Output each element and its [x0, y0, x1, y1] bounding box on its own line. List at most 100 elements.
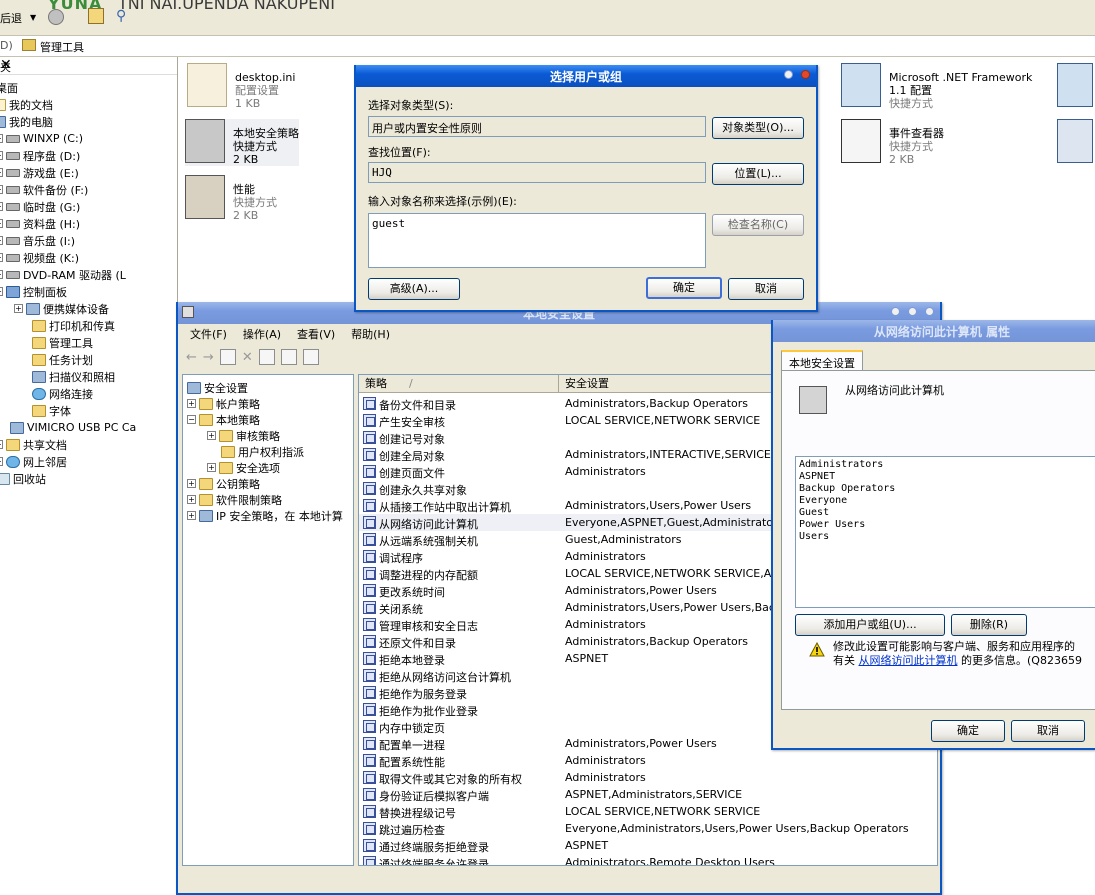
tree-item-desktop[interactable]: 桌面	[0, 79, 18, 96]
list-item[interactable]: Everyone	[799, 495, 1095, 507]
list-item[interactable]: Users	[799, 531, 1095, 543]
tree-item-fonts[interactable]: 字体	[32, 402, 71, 419]
folder-up-icon[interactable]	[88, 8, 104, 24]
advanced-button[interactable]: 高级(A)...	[368, 278, 460, 300]
menu-action[interactable]: 操作(A)	[243, 326, 281, 342]
tree-item-control-panel[interactable]: −控制面板	[0, 283, 67, 300]
file-desktop-ini[interactable]: desktop.ini 配置设置 1 KB	[187, 63, 295, 110]
tree-audit-policy[interactable]: + 审核策略	[207, 427, 280, 444]
tree-security-settings[interactable]: 安全设置	[187, 379, 248, 396]
properties-titlebar[interactable]: 从网络访问此计算机 属性	[773, 320, 1095, 342]
tree-item-tasks[interactable]: 任务计划	[32, 351, 93, 368]
select-dialog-titlebar[interactable]: 选择用户或组	[356, 65, 816, 87]
minimize-icon[interactable]	[891, 307, 900, 316]
tree-item-recycle-bin[interactable]: 回收站	[0, 470, 46, 487]
table-row[interactable]: 替换进程级记号 LOCAL SERVICE,NETWORK SERVICE	[359, 803, 937, 820]
file-dotnet-config[interactable]: Microsoft .NET Framework 1.1 配置 快捷方式	[841, 63, 1049, 110]
tree-item-drive-d[interactable]: +程序盘 (D:)	[0, 147, 80, 164]
menu-view[interactable]: 查看(V)	[297, 326, 335, 342]
tree-item-drive-e[interactable]: +游戏盘 (E:)	[0, 164, 79, 181]
close-icon[interactable]	[925, 307, 934, 316]
table-row[interactable]: 身份验证后模拟客户端 ASPNET,Administrators,SERVICE	[359, 786, 937, 803]
tree-item-drive-h[interactable]: +资料盘 (H:)	[0, 215, 80, 232]
chevron-down-icon[interactable]: ▼	[30, 13, 36, 22]
tree-item-drive-k[interactable]: +视频盘 (K:)	[0, 249, 79, 266]
object-names-input[interactable]: guest	[368, 213, 706, 268]
tab-local-security[interactable]: 本地安全设置	[781, 350, 863, 370]
back-button[interactable]: 后退	[0, 10, 22, 26]
tree-item-drive-c[interactable]: +WINXP (C:)	[0, 130, 83, 147]
tree-item-mycomputer[interactable]: 我的电脑	[0, 113, 53, 130]
close-icon[interactable]	[801, 70, 810, 79]
file-performance[interactable]: 性能 快捷方式 2 KB	[185, 175, 277, 222]
control-panel-icon	[6, 285, 20, 298]
tree-item-network-conn[interactable]: 网络连接	[32, 385, 93, 402]
export-icon[interactable]	[280, 349, 297, 365]
tree-item-drive-f[interactable]: +软件备份 (F:)	[0, 181, 88, 198]
list-item[interactable]: Backup Operators	[799, 483, 1095, 495]
ok-button[interactable]: 确定	[931, 720, 1005, 742]
network-places-icon	[6, 455, 20, 468]
tree-software-restriction[interactable]: + 软件限制策略	[187, 491, 282, 508]
table-row[interactable]: 取得文件或其它对象的所有权 Administrators	[359, 769, 937, 786]
ok-button[interactable]: 确定	[646, 277, 722, 299]
tree-item-printers[interactable]: 打印机和传真	[32, 317, 115, 334]
maximize-icon[interactable]	[908, 307, 917, 316]
remove-button[interactable]: 删除(R)	[951, 614, 1027, 636]
help-link[interactable]: 从网络访问此计算机	[859, 654, 958, 667]
tree-account-policy[interactable]: + 帐户策略	[187, 395, 260, 412]
help-icon[interactable]	[302, 349, 319, 365]
help-icon[interactable]	[784, 70, 793, 79]
file-event-viewer[interactable]: 事件查看器 快捷方式 2 KB	[841, 119, 944, 166]
col-policy[interactable]: 策略 /	[359, 375, 559, 393]
tree-item-scanners[interactable]: 扫描仪和照相	[32, 368, 115, 385]
tree-local-policy[interactable]: − 本地策略	[187, 411, 260, 428]
users-list[interactable]: Administrators ASPNET Backup Operators Ever…	[795, 456, 1095, 608]
tree-item-drive-g[interactable]: +临时盘 (G:)	[0, 198, 80, 215]
tree-item-network-places[interactable]: +网上邻居	[0, 453, 67, 470]
forward-arrow-icon[interactable]: →	[203, 350, 214, 365]
address-bar[interactable]: D) 管理工具	[0, 36, 1095, 57]
up-folder-icon[interactable]	[219, 349, 236, 365]
policy-name: 关闭系统	[379, 603, 423, 616]
list-item[interactable]: ASPNET	[799, 471, 1095, 483]
tree-public-key[interactable]: + 公钥策略	[187, 475, 260, 492]
table-row[interactable]: 跳过遍历检查 Everyone,Administrators,Users,Powe…	[359, 820, 937, 837]
window-title-part2: TNI NAI.UPENDA NAKUPENI	[118, 0, 335, 13]
cancel-button[interactable]: 取消	[728, 278, 804, 300]
object-types-button[interactable]: 对象类型(O)...	[712, 117, 804, 139]
close-icon[interactable]: ✕	[0, 57, 171, 73]
menu-file[interactable]: 文件(F)	[190, 326, 227, 342]
scanner-icon	[32, 370, 46, 383]
locations-button[interactable]: 位置(L)...	[712, 163, 804, 185]
tree-item-drive-i[interactable]: +音乐盘 (I:)	[0, 232, 75, 249]
tree-security-options[interactable]: + 安全选项	[207, 459, 280, 476]
add-user-button[interactable]: 添加用户或组(U)...	[795, 614, 945, 636]
table-row[interactable]: 通过终端服务允许登录 Administrators,Remote Desktop …	[359, 854, 937, 865]
tree-user-rights[interactable]: 用户权利指派	[221, 443, 304, 460]
table-row[interactable]: 配置系统性能 Administrators	[359, 752, 937, 769]
tree-item-mydocs[interactable]: 我的文档	[0, 96, 53, 113]
policy-name: 取得文件或其它对象的所有权	[379, 773, 522, 786]
menu-help[interactable]: 帮助(H)	[351, 326, 390, 342]
tree-item-dvd[interactable]: +DVD-RAM 驱动器 (L	[0, 266, 126, 283]
shortcut-icon[interactable]	[1057, 63, 1093, 107]
list-item[interactable]: Administrators	[799, 459, 1095, 471]
back-arrow-icon[interactable]: ←	[186, 350, 197, 365]
tree-item-vimicro[interactable]: VIMICRO USB PC Ca	[10, 419, 136, 436]
tree-item-portable[interactable]: + 便携媒体设备	[14, 300, 109, 317]
shortcut-icon[interactable]	[1057, 119, 1093, 163]
cancel-button[interactable]: 取消	[1011, 720, 1085, 742]
check-names-button[interactable]: 检查名称(C)	[712, 214, 804, 236]
list-item[interactable]: Power Users	[799, 519, 1095, 531]
delete-icon[interactable]: ✕	[242, 350, 253, 365]
table-row[interactable]: 通过终端服务拒绝登录 ASPNET	[359, 837, 937, 854]
search-icon[interactable]: ⚲	[116, 8, 126, 24]
tree-item-admin-tools[interactable]: 管理工具	[32, 334, 93, 351]
file-local-security-policy[interactable]: 本地安全策略 快捷方式 2 KB	[185, 119, 299, 166]
properties-icon[interactable]	[258, 349, 275, 365]
list-item[interactable]: Guest	[799, 507, 1095, 519]
tree-item-shared-docs[interactable]: +共享文档	[0, 436, 67, 453]
tree-ip-security[interactable]: + IP 安全策略，在 本地计算	[187, 507, 343, 524]
forward-icon[interactable]	[48, 9, 64, 25]
